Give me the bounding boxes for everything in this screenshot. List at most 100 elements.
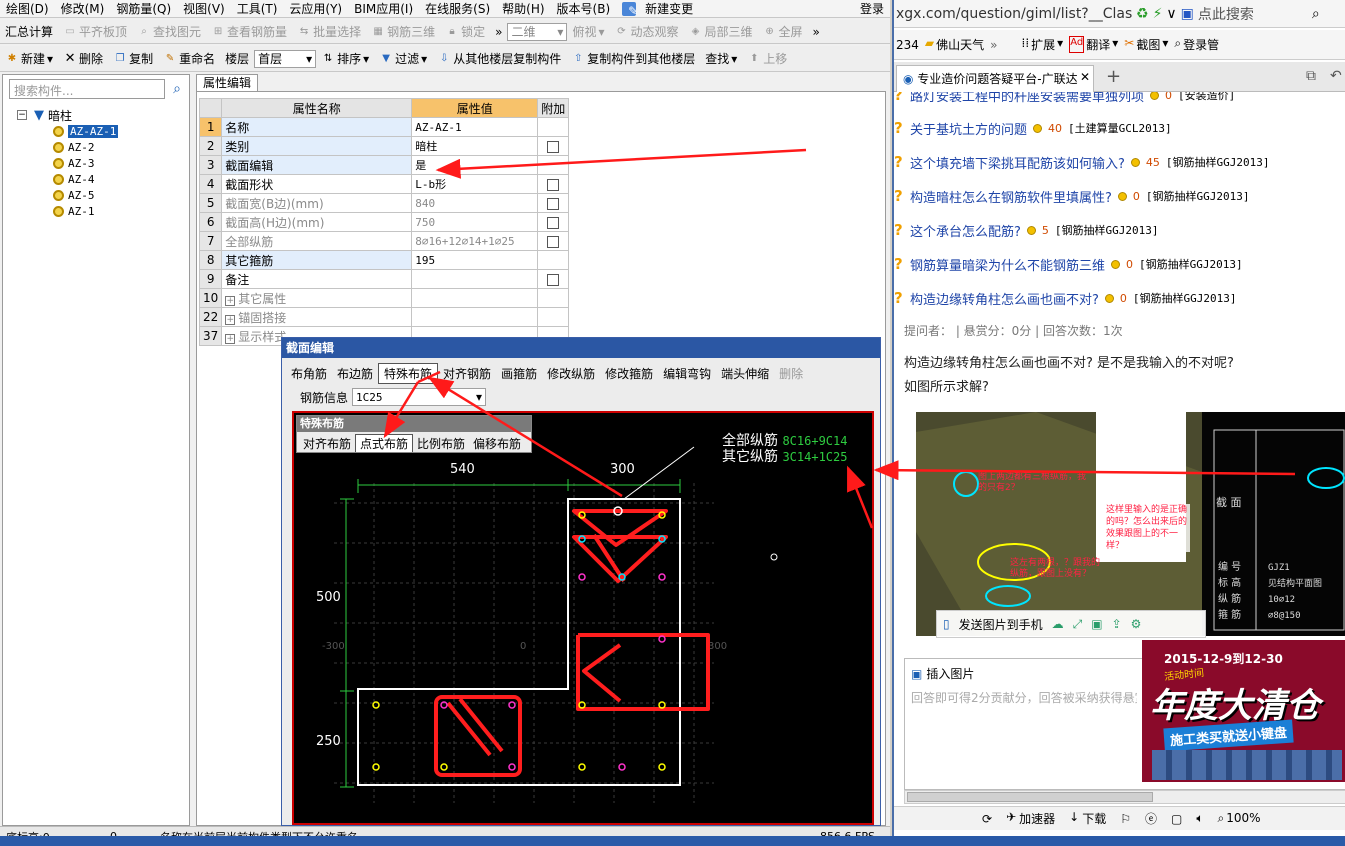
question-link[interactable]: 构造暗柱怎么在钢筋软件里填属性? bbox=[910, 187, 1112, 206]
question-link[interactable]: 这个承台怎么配筋? bbox=[910, 221, 1021, 240]
tab-property-edit[interactable]: 属性编辑 bbox=[196, 74, 258, 92]
flag-icon[interactable]: ⚐ bbox=[1120, 812, 1131, 826]
extra-checkbox[interactable] bbox=[547, 140, 560, 153]
share-icon[interactable]: ⇪ bbox=[1112, 617, 1122, 631]
tree-item[interactable]: AZ-2 bbox=[53, 139, 95, 155]
list-item[interactable]: ? 构造暗柱怎么在钢筋软件里填属性? 0 [钢筋抽样GGJ2013] bbox=[894, 185, 1345, 207]
restore-tab-icon[interactable]: ⧉ bbox=[1306, 68, 1316, 84]
align-layout-button[interactable]: 对齐布筋 bbox=[299, 435, 355, 452]
property-value[interactable]: AZ-AZ-1 bbox=[411, 117, 539, 137]
extra-checkbox[interactable] bbox=[547, 197, 560, 210]
rebar-info-select[interactable]: 1C25 ▾ bbox=[352, 388, 487, 406]
extra-checkbox[interactable] bbox=[547, 273, 560, 286]
list-item[interactable]: ? 钢筋算量暗梁为什么不能钢筋三维 0 [钢筋抽样GGJ2013] bbox=[894, 253, 1345, 275]
list-item[interactable]: ? 关于基坑土方的问题 40 [土建算量GCL2013] bbox=[894, 117, 1345, 139]
table-row[interactable]: 22 + 锚固搭接 bbox=[198, 307, 570, 327]
cloud-icon[interactable]: ☁ bbox=[1052, 617, 1064, 631]
tree-item[interactable]: AZ-1 bbox=[53, 203, 95, 219]
menu-view[interactable]: 视图(V) bbox=[177, 0, 231, 17]
batch-select-button[interactable]: ⇆ 批量选择 bbox=[292, 21, 366, 43]
url-field[interactable]: xgx.com/question/giml/list?__ClassCod bbox=[894, 6, 1132, 22]
corner-rebar-button[interactable]: 布角筋 bbox=[286, 364, 332, 383]
special-rebar-button[interactable]: 特殊布筋 bbox=[378, 362, 439, 384]
browser-tab[interactable]: ◉ 专业造价问题答疑平台-广联达 bbox=[896, 65, 1094, 92]
refresh-icon[interactable]: ⟳ bbox=[982, 812, 992, 826]
property-value[interactable]: 840 bbox=[411, 193, 539, 213]
find-element-button[interactable]: ⌕ 查找图元 bbox=[132, 21, 206, 43]
new-button[interactable]: ✱ 新建 ▾ bbox=[0, 48, 58, 70]
menu-bim[interactable]: BIM应用(I) bbox=[348, 0, 419, 17]
volume-icon[interactable]: 🔈︎ bbox=[1196, 811, 1203, 826]
summary-calc-button[interactable]: 汇总计算 bbox=[0, 21, 58, 43]
table-row[interactable]: 9 备注 bbox=[198, 269, 570, 289]
bookmark-item[interactable]: 234 bbox=[896, 38, 919, 52]
property-value[interactable]: 暗柱 bbox=[411, 136, 539, 156]
save-icon[interactable]: ▣ bbox=[1091, 617, 1102, 631]
question-link[interactable]: 钢筋算量暗梁为什么不能钢筋三维 bbox=[910, 255, 1105, 274]
scrollbar-thumb[interactable] bbox=[907, 792, 1153, 802]
lock-button[interactable]: 🔒︎ 锁定 bbox=[440, 21, 490, 43]
close-tab-icon[interactable]: ✕ bbox=[1080, 70, 1090, 84]
expand-icon[interactable]: + bbox=[225, 333, 236, 344]
new-change-button[interactable]: ✎ 新建变更 bbox=[616, 0, 705, 17]
menu-cloud[interactable]: 云应用(Y) bbox=[283, 0, 348, 17]
menu-online-service[interactable]: 在线服务(S) bbox=[419, 0, 496, 17]
promo-banner[interactable]: 2015-12-9到12-30 活动时间 年度大清仓 施工类买就送小键盘 bbox=[1142, 640, 1345, 782]
offset-layout-button[interactable]: 偏移布筋 bbox=[469, 435, 525, 452]
property-value[interactable]: 是 bbox=[411, 155, 539, 175]
chevron-down-icon[interactable]: ∨ bbox=[1166, 6, 1176, 22]
point-layout-button[interactable]: 点式布筋 bbox=[355, 434, 414, 452]
menu-rebar-quantity[interactable]: 钢筋量(Q) bbox=[110, 0, 177, 17]
level-board-top-button[interactable]: ▭ 平齐板顶 bbox=[58, 21, 132, 43]
search-icon[interactable]: ⌕ bbox=[1312, 6, 1320, 22]
login-link[interactable]: 登录 bbox=[854, 0, 890, 17]
menu-tools[interactable]: 工具(T) bbox=[231, 0, 284, 17]
extensions-button[interactable]: ⁞⁞ 扩展 ▾ bbox=[1022, 36, 1064, 53]
component-search-input[interactable]: 搜索构件... bbox=[9, 79, 165, 99]
sort-button[interactable]: ⇅ 排序 ▾ bbox=[316, 48, 374, 70]
draw-stirrup-button[interactable]: 画箍筋 bbox=[496, 364, 542, 383]
question-link[interactable]: 路灯安装工程中的杆座安装需要单独列项 bbox=[910, 92, 1144, 105]
gear-icon[interactable]: ⚙ bbox=[1131, 617, 1142, 631]
copy-from-floor-button[interactable]: ⇩ 从其他楼层复制构件 bbox=[432, 48, 566, 70]
list-item[interactable]: ? 这个承台怎么配筋? 5 [钢筋抽样GGJ2013] bbox=[894, 219, 1345, 241]
list-item[interactable]: ? 路灯安装工程中的杆座安装需要单独列项 0 [安装造价] bbox=[894, 92, 1345, 106]
copy-button[interactable]: ❐ 复制 bbox=[108, 48, 158, 70]
question-link[interactable]: 关于基坑土方的问题 bbox=[910, 119, 1027, 138]
move-up-button[interactable]: ⬆ 上移 bbox=[742, 48, 792, 70]
table-row[interactable]: 8 其它箍筋 195 bbox=[198, 250, 570, 270]
rename-button[interactable]: ✎ 重命名 bbox=[158, 48, 220, 70]
view-mode-select[interactable]: 二维 ▾ bbox=[507, 22, 568, 41]
ie-icon[interactable]: ⓔ bbox=[1145, 810, 1157, 827]
web-search-input[interactable]: 点此搜索 bbox=[1198, 4, 1308, 24]
insert-image-button[interactable]: ▣ 插入图片 bbox=[911, 665, 974, 682]
menu-version[interactable]: 版本号(B) bbox=[551, 0, 617, 17]
extra-checkbox[interactable] bbox=[547, 178, 560, 191]
rebar-3d-button[interactable]: ▦ 钢筋三维 bbox=[366, 21, 440, 43]
new-tab-icon[interactable]: + bbox=[1106, 66, 1121, 87]
login-manager-button[interactable]: ⌕ 登录管 bbox=[1174, 36, 1219, 53]
fullscreen-button[interactable]: ⊕ 全屏 bbox=[758, 21, 808, 43]
zoom-level[interactable]: ⌕ 100% bbox=[1218, 811, 1261, 826]
property-value[interactable] bbox=[411, 269, 539, 289]
property-group[interactable]: + 锚固搭接 bbox=[221, 307, 413, 327]
delete-button[interactable]: ✕ 删除 bbox=[58, 48, 108, 70]
property-value[interactable]: 750 bbox=[411, 212, 539, 232]
expand-icon[interactable]: + bbox=[225, 295, 236, 306]
accelerator-button[interactable]: ✈ 加速器 bbox=[1006, 810, 1055, 827]
view-rebar-quantity-button[interactable]: ⊞ 查看钢筋量 bbox=[206, 21, 292, 43]
download-button[interactable]: ↓ 下载 bbox=[1069, 810, 1106, 827]
copy-to-floor-button[interactable]: ⇧ 复制构件到其他楼层 bbox=[566, 48, 700, 70]
align-rebar-button[interactable]: 对齐钢筋 bbox=[438, 364, 496, 383]
list-item[interactable]: ? 这个填充墙下梁挑耳配筋该如何输入? 45 [钢筋抽样GGJ2013] bbox=[894, 151, 1345, 173]
partial-3d-button[interactable]: ◈ 局部三维 bbox=[684, 21, 758, 43]
table-row[interactable]: 10 + 其它属性 bbox=[198, 288, 570, 308]
edit-hook-button[interactable]: 编辑弯钩 bbox=[658, 364, 716, 383]
find-button[interactable]: 查找 ▾ bbox=[700, 48, 742, 70]
horizontal-scrollbar[interactable] bbox=[904, 790, 1345, 804]
lightning-icon[interactable]: ⚡ bbox=[1153, 6, 1163, 22]
tree-item[interactable]: AZ-5 bbox=[53, 187, 95, 203]
end-stretch-button[interactable]: 端头伸缩 bbox=[716, 364, 774, 383]
window-icon[interactable]: ▢ bbox=[1171, 812, 1182, 826]
bookmark-weather[interactable]: ▰ 佛山天气 bbox=[925, 36, 984, 53]
